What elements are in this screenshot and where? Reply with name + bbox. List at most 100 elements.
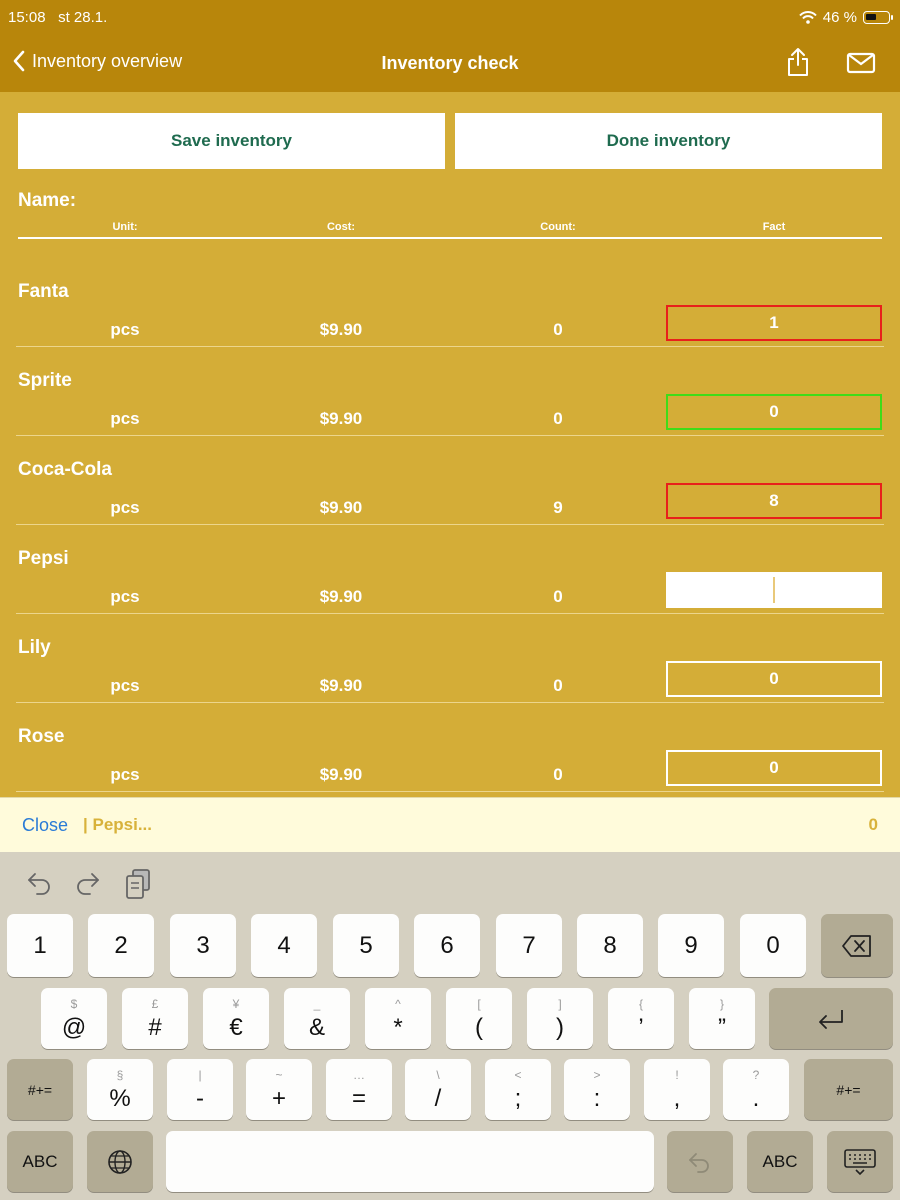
key-label: . bbox=[752, 1084, 760, 1112]
key-label: ABC bbox=[762, 1151, 798, 1171]
key-8[interactable]: 8 bbox=[577, 914, 643, 977]
share-icon[interactable] bbox=[786, 47, 810, 77]
key-symbol[interactable]: \ / bbox=[405, 1059, 471, 1120]
product-count: 0 bbox=[553, 409, 563, 428]
key-symbol[interactable]: [( bbox=[446, 988, 512, 1049]
keyboard: 1 2 3 4 5 6 7 8 9 0 $ @ £ # ¥ € _ & ^ *[(]){’}” #+= §% | - ~ +… = \… bbox=[0, 852, 900, 1200]
navigation-bar: 15:08 st 28.1. 46 % Inventory overview I… bbox=[0, 0, 900, 92]
key-label: ” bbox=[718, 1013, 726, 1041]
delete-key[interactable] bbox=[821, 914, 893, 977]
key-secondary-label: ! bbox=[675, 1067, 679, 1082]
key-label: 6 bbox=[440, 931, 454, 959]
product-unit: pcs bbox=[110, 498, 140, 517]
key-secondary-label: £ bbox=[151, 996, 159, 1011]
fact-input[interactable]: 1 bbox=[666, 305, 882, 341]
key-label: € bbox=[229, 1013, 243, 1041]
redo-icon[interactable] bbox=[74, 868, 102, 896]
fact-input[interactable]: 8 bbox=[666, 483, 882, 519]
key-label: - bbox=[196, 1084, 204, 1112]
key-2[interactable]: 2 bbox=[88, 914, 154, 977]
return-icon bbox=[819, 1009, 843, 1029]
key-symbol[interactable]: … = bbox=[326, 1059, 392, 1120]
space-bar[interactable] bbox=[166, 1131, 654, 1192]
key-secondary-label: ? bbox=[752, 1067, 760, 1082]
undo-icon[interactable] bbox=[25, 868, 53, 896]
key-secondary-label: < bbox=[514, 1067, 522, 1082]
inventory-row: Pepsi pcs $9.90 0 bbox=[0, 525, 900, 614]
key-label: ; bbox=[514, 1084, 522, 1112]
accessory-field-label: | Pepsi... bbox=[83, 815, 153, 834]
product-cost: $9.90 bbox=[319, 587, 363, 606]
key-7[interactable]: 7 bbox=[496, 914, 562, 977]
product-cost: $9.90 bbox=[319, 498, 363, 517]
key-symbol[interactable]: ^ * bbox=[365, 988, 431, 1049]
key-secondary-label: { bbox=[638, 996, 643, 1011]
product-unit: pcs bbox=[110, 320, 140, 339]
product-unit: pcs bbox=[110, 765, 140, 784]
key-label: 0 bbox=[766, 931, 780, 959]
fact-input[interactable]: 0 bbox=[666, 750, 882, 786]
done-inventory-button[interactable]: Done inventory bbox=[455, 113, 882, 169]
key-symbol[interactable]: £ # bbox=[122, 988, 188, 1049]
undo-key[interactable] bbox=[667, 1131, 733, 1192]
key-symbol[interactable]: }” bbox=[689, 988, 755, 1049]
key-6[interactable]: 6 bbox=[414, 914, 480, 977]
key-secondary-label: _ bbox=[313, 996, 321, 1011]
key-label: = bbox=[351, 1084, 366, 1112]
mail-icon[interactable] bbox=[846, 52, 876, 74]
product-unit: pcs bbox=[110, 409, 140, 428]
key-label: #+= bbox=[27, 1081, 53, 1098]
key-symbol[interactable]: $ @ bbox=[41, 988, 107, 1049]
key-label: 8 bbox=[603, 931, 617, 959]
key-5[interactable]: 5 bbox=[333, 914, 399, 977]
close-button[interactable]: Close bbox=[22, 815, 68, 836]
key-label: / bbox=[434, 1084, 442, 1112]
key-secondary-label: > bbox=[593, 1067, 601, 1082]
header-divider bbox=[18, 237, 882, 239]
key-symbol[interactable]: ¥ € bbox=[203, 988, 269, 1049]
key-symbol[interactable]: ]) bbox=[527, 988, 593, 1049]
abc-key-left[interactable]: ABC bbox=[7, 1131, 73, 1192]
fact-input[interactable] bbox=[666, 572, 882, 608]
hide-keyboard-key[interactable] bbox=[827, 1131, 893, 1192]
key-label: 1 bbox=[33, 931, 47, 959]
key-symbol[interactable]: !, bbox=[644, 1059, 710, 1120]
product-name: Coca-Cola bbox=[18, 459, 112, 480]
save-inventory-button[interactable]: Save inventory bbox=[18, 113, 445, 169]
shift-symbols-key-right[interactable]: #+= bbox=[804, 1059, 893, 1120]
key-0[interactable]: 0 bbox=[740, 914, 806, 977]
key-symbol[interactable]: ?. bbox=[723, 1059, 789, 1120]
product-cost: $9.90 bbox=[319, 765, 363, 784]
globe-key[interactable] bbox=[87, 1131, 153, 1192]
key-3[interactable]: 3 bbox=[170, 914, 236, 977]
product-name: Sprite bbox=[18, 370, 72, 391]
fact-input[interactable]: 0 bbox=[666, 661, 882, 697]
key-symbol[interactable]: <; bbox=[485, 1059, 551, 1120]
fact-input[interactable]: 0 bbox=[666, 394, 882, 430]
key-symbol[interactable]: {’ bbox=[608, 988, 674, 1049]
key-symbol[interactable]: | - bbox=[167, 1059, 233, 1120]
key-label: 4 bbox=[277, 931, 291, 959]
key-symbol[interactable]: >: bbox=[564, 1059, 630, 1120]
key-symbol[interactable]: ~ + bbox=[246, 1059, 312, 1120]
product-name: Fanta bbox=[18, 281, 69, 302]
shift-symbols-key-left[interactable]: #+= bbox=[7, 1059, 73, 1120]
return-key[interactable] bbox=[769, 988, 893, 1049]
key-1[interactable]: 1 bbox=[7, 914, 73, 977]
product-cost: $9.90 bbox=[319, 320, 363, 339]
abc-key-right[interactable]: ABC bbox=[747, 1131, 813, 1192]
key-label: 3 bbox=[196, 931, 210, 959]
key-label: & bbox=[308, 1013, 325, 1041]
key-secondary-label: | bbox=[198, 1067, 202, 1082]
paste-icon[interactable] bbox=[124, 868, 152, 900]
key-symbol[interactable]: _ & bbox=[284, 988, 350, 1049]
key-secondary-label: ¥ bbox=[232, 996, 240, 1011]
back-button[interactable]: Inventory overview bbox=[12, 50, 182, 72]
battery-icon bbox=[863, 11, 893, 24]
key-label: ABC bbox=[22, 1151, 58, 1171]
product-count: 9 bbox=[553, 498, 563, 517]
key-4[interactable]: 4 bbox=[251, 914, 317, 977]
key-symbol[interactable]: §% bbox=[87, 1059, 153, 1120]
key-9[interactable]: 9 bbox=[658, 914, 724, 977]
inventory-row: Lily pcs $9.90 0 0 bbox=[0, 614, 900, 703]
